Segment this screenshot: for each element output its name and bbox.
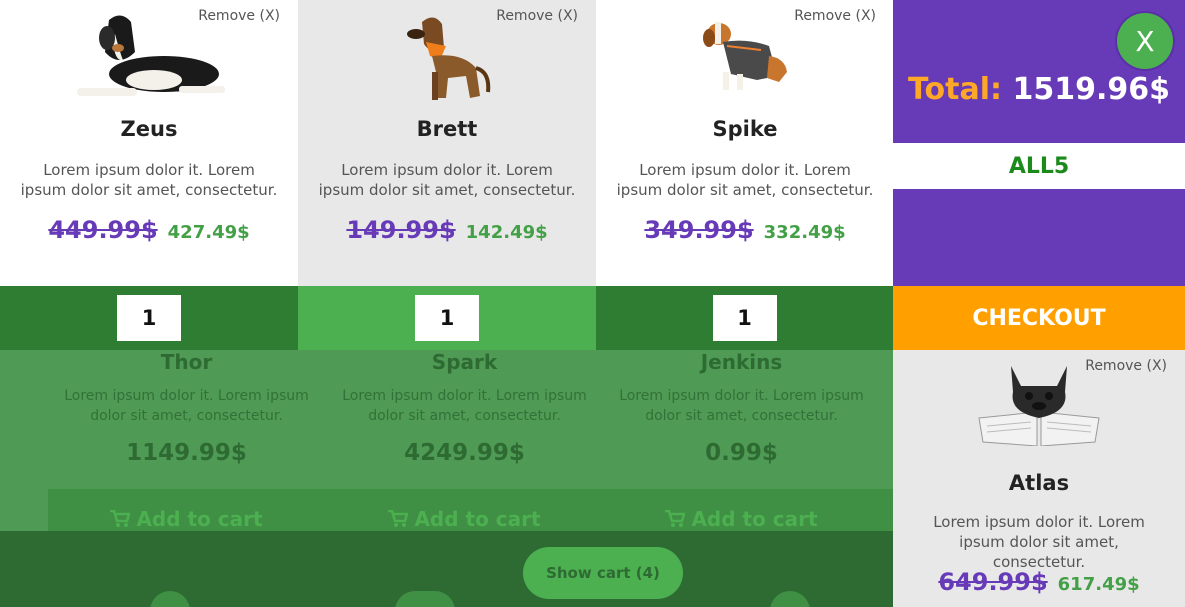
item-name: Spike bbox=[712, 117, 778, 141]
product-card: Jenkins Lorem ipsum dolor it. Lorem ipsu… bbox=[603, 350, 880, 466]
original-price: 649.99$ bbox=[938, 568, 1048, 596]
cart-summary: X Total: 1519.96$ bbox=[893, 0, 1185, 143]
dog-spike-image bbox=[703, 22, 787, 90]
add-to-cart-label: Add to cart bbox=[691, 507, 818, 531]
total-line: Total: 1519.96$ bbox=[893, 72, 1185, 107]
quantity-cell: 1 bbox=[298, 286, 596, 350]
price-group: 349.99$ 332.49$ bbox=[596, 216, 894, 244]
price-group: 149.99$ 142.49$ bbox=[298, 216, 596, 244]
cart-item: Remove (X) Brett Lorem ipsum dolor it. L… bbox=[298, 0, 596, 286]
product-name: Spark bbox=[431, 350, 498, 374]
total-value: 1519.96$ bbox=[1012, 72, 1170, 107]
dog-zeus-image bbox=[77, 15, 225, 96]
dog-atlas-image bbox=[978, 366, 1100, 446]
remove-button[interactable]: Remove (X) bbox=[496, 8, 578, 24]
item-name: Zeus bbox=[120, 117, 178, 141]
cart-item: Remove (X) Spike Lorem ipsum dolor it. L… bbox=[596, 0, 894, 286]
product-description: Lorem ipsum dolor it. Lorem ipsum dolor … bbox=[619, 388, 864, 424]
quantity-input[interactable]: 1 bbox=[117, 295, 181, 341]
product-name: Thor bbox=[160, 350, 213, 374]
item-name: Atlas bbox=[1008, 471, 1070, 495]
product-description: Lorem ipsum dolor it. Lorem ipsum dolor … bbox=[342, 388, 587, 424]
total-label: Total: bbox=[908, 72, 1002, 107]
original-price: 349.99$ bbox=[644, 216, 754, 244]
item-description: Lorem ipsum dolor it. Lorem ipsum dolor … bbox=[318, 161, 576, 199]
cart-item: Remove (X) Atlas Lorem ipsum dolor it. L… bbox=[893, 350, 1185, 607]
checkout-button[interactable]: CHECKOUT bbox=[893, 286, 1185, 350]
item-description: Lorem ipsum dolor it. Lorem ipsum dolor … bbox=[933, 513, 1145, 571]
coupon-code[interactable]: ALL5 bbox=[893, 143, 1185, 189]
dog-brett-image bbox=[407, 17, 491, 100]
quantity-input[interactable]: 1 bbox=[415, 295, 479, 341]
quantity-input[interactable]: 1 bbox=[712, 295, 777, 341]
remove-button[interactable]: Remove (X) bbox=[794, 8, 876, 24]
cart-icon bbox=[665, 510, 686, 527]
discount-price: 142.49$ bbox=[465, 222, 548, 243]
summary-spacer bbox=[893, 189, 1185, 286]
product-card: Spark Lorem ipsum dolor it. Lorem ipsum … bbox=[326, 350, 603, 466]
quantity-cell: 1 bbox=[0, 286, 298, 350]
item-name: Brett bbox=[416, 117, 478, 141]
product-name: Jenkins bbox=[700, 350, 783, 374]
show-cart-button[interactable]: Show cart (4) bbox=[523, 547, 683, 599]
discount-price: 427.49$ bbox=[167, 222, 250, 243]
discount-price: 617.49$ bbox=[1057, 574, 1140, 595]
product-price: 4249.99$ bbox=[404, 440, 525, 466]
cart-icon bbox=[388, 510, 409, 527]
product-price: 0.99$ bbox=[705, 440, 778, 466]
original-price: 149.99$ bbox=[346, 216, 456, 244]
price-group: 449.99$ 427.49$ bbox=[0, 216, 298, 244]
cart-item: Remove (X) Zeus Lorem ipsum dolor it. Lo… bbox=[0, 0, 298, 286]
add-to-cart-label: Add to cart bbox=[136, 507, 263, 531]
discount-price: 332.49$ bbox=[763, 222, 846, 243]
product-price: 1149.99$ bbox=[126, 440, 247, 466]
original-price: 449.99$ bbox=[48, 216, 158, 244]
item-description: Lorem ipsum dolor it. Lorem ipsum dolor … bbox=[20, 161, 278, 199]
product-description: Lorem ipsum dolor it. Lorem ipsum dolor … bbox=[64, 388, 309, 424]
quantity-cell: 1 bbox=[596, 286, 893, 350]
close-cart-button[interactable]: X bbox=[1117, 13, 1173, 69]
price-group: 649.99$ 617.49$ bbox=[893, 568, 1185, 596]
add-to-cart-label: Add to cart bbox=[414, 507, 541, 531]
cart-icon bbox=[110, 510, 131, 527]
product-card: Thor Lorem ipsum dolor it. Lorem ipsum d… bbox=[48, 350, 325, 466]
item-description: Lorem ipsum dolor it. Lorem ipsum dolor … bbox=[616, 161, 874, 199]
decorative-shape bbox=[395, 591, 455, 607]
